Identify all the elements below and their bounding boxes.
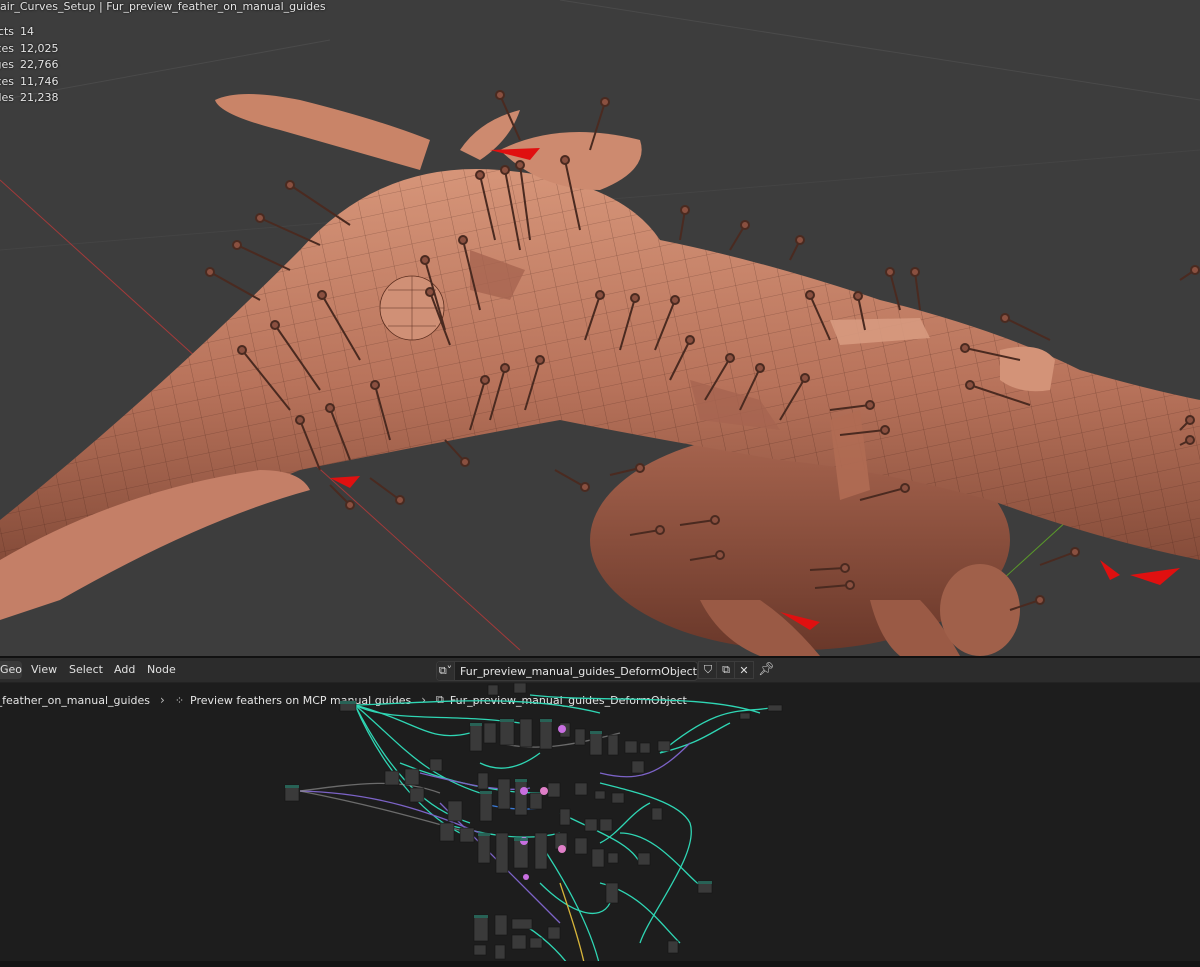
node-graph (284, 683, 783, 967)
stat-label: Vertices (0, 41, 14, 55)
stat-row-edges: Edges 22,766 (0, 57, 59, 74)
node-links (299, 694, 771, 967)
menu-select[interactable]: Select (67, 662, 105, 678)
scene-statistics: Objects 14 Vertices 12,025 Edges 22,766 … (0, 24, 59, 107)
status-bar (0, 961, 1200, 967)
stat-value: 21,238 (20, 91, 59, 104)
stat-value: 22,766 (20, 58, 59, 71)
stat-row-objects: Objects 14 (0, 24, 59, 41)
node-canvas[interactable]: Fur_preview_feather_on_manual_guides › ⁘… (0, 683, 1200, 967)
stat-value: 12,025 (20, 41, 59, 55)
viewport-scene (0, 0, 1200, 656)
menu-node[interactable]: Node (145, 662, 178, 678)
stat-value: 14 (20, 25, 34, 38)
3d-viewport[interactable]: air_Curves_Setup | Fur_preview_feather_o… (0, 0, 1200, 656)
fake-user-shield-icon[interactable]: ⛉ (698, 661, 718, 679)
node-tree-selector[interactable]: ⧉˅ Fur_preview_manual_guides_DeformObjec… (436, 661, 698, 681)
viewport-title: air_Curves_Setup | Fur_preview_feather_o… (0, 0, 326, 13)
graph-nodes (284, 683, 783, 960)
stat-label: Triangles (0, 91, 14, 104)
stat-row-vertices: Vertices 12,025 (0, 41, 59, 58)
duplicate-icon[interactable]: ⧉ (716, 661, 736, 679)
editor-type-dropdown[interactable]: Geometry Node Editor (0, 661, 22, 679)
menu-add[interactable]: Add (112, 662, 137, 678)
stat-label: Faces (0, 74, 14, 88)
stat-label: Edges (0, 58, 14, 71)
node-headers (285, 701, 712, 918)
stat-value: 11,746 (20, 74, 59, 88)
pin-icon[interactable]: 📌︎ (758, 662, 775, 677)
node-tree-icon[interactable]: ⧉˅ (437, 662, 456, 680)
close-icon[interactable]: ✕ (734, 661, 754, 679)
node-tree-name[interactable]: Fur_preview_manual_guides_DeformObject (455, 665, 697, 678)
stat-label: Objects (0, 25, 14, 38)
stat-row-triangles: Triangles 21,238 (0, 90, 59, 107)
stat-row-faces: Faces 11,746 (0, 74, 59, 91)
editor-type-label: Geometry Node Editor (0, 663, 22, 676)
node-editor-header: Geometry Node Editor View Select Add Nod… (0, 658, 1200, 683)
menu-view[interactable]: View (29, 662, 59, 678)
